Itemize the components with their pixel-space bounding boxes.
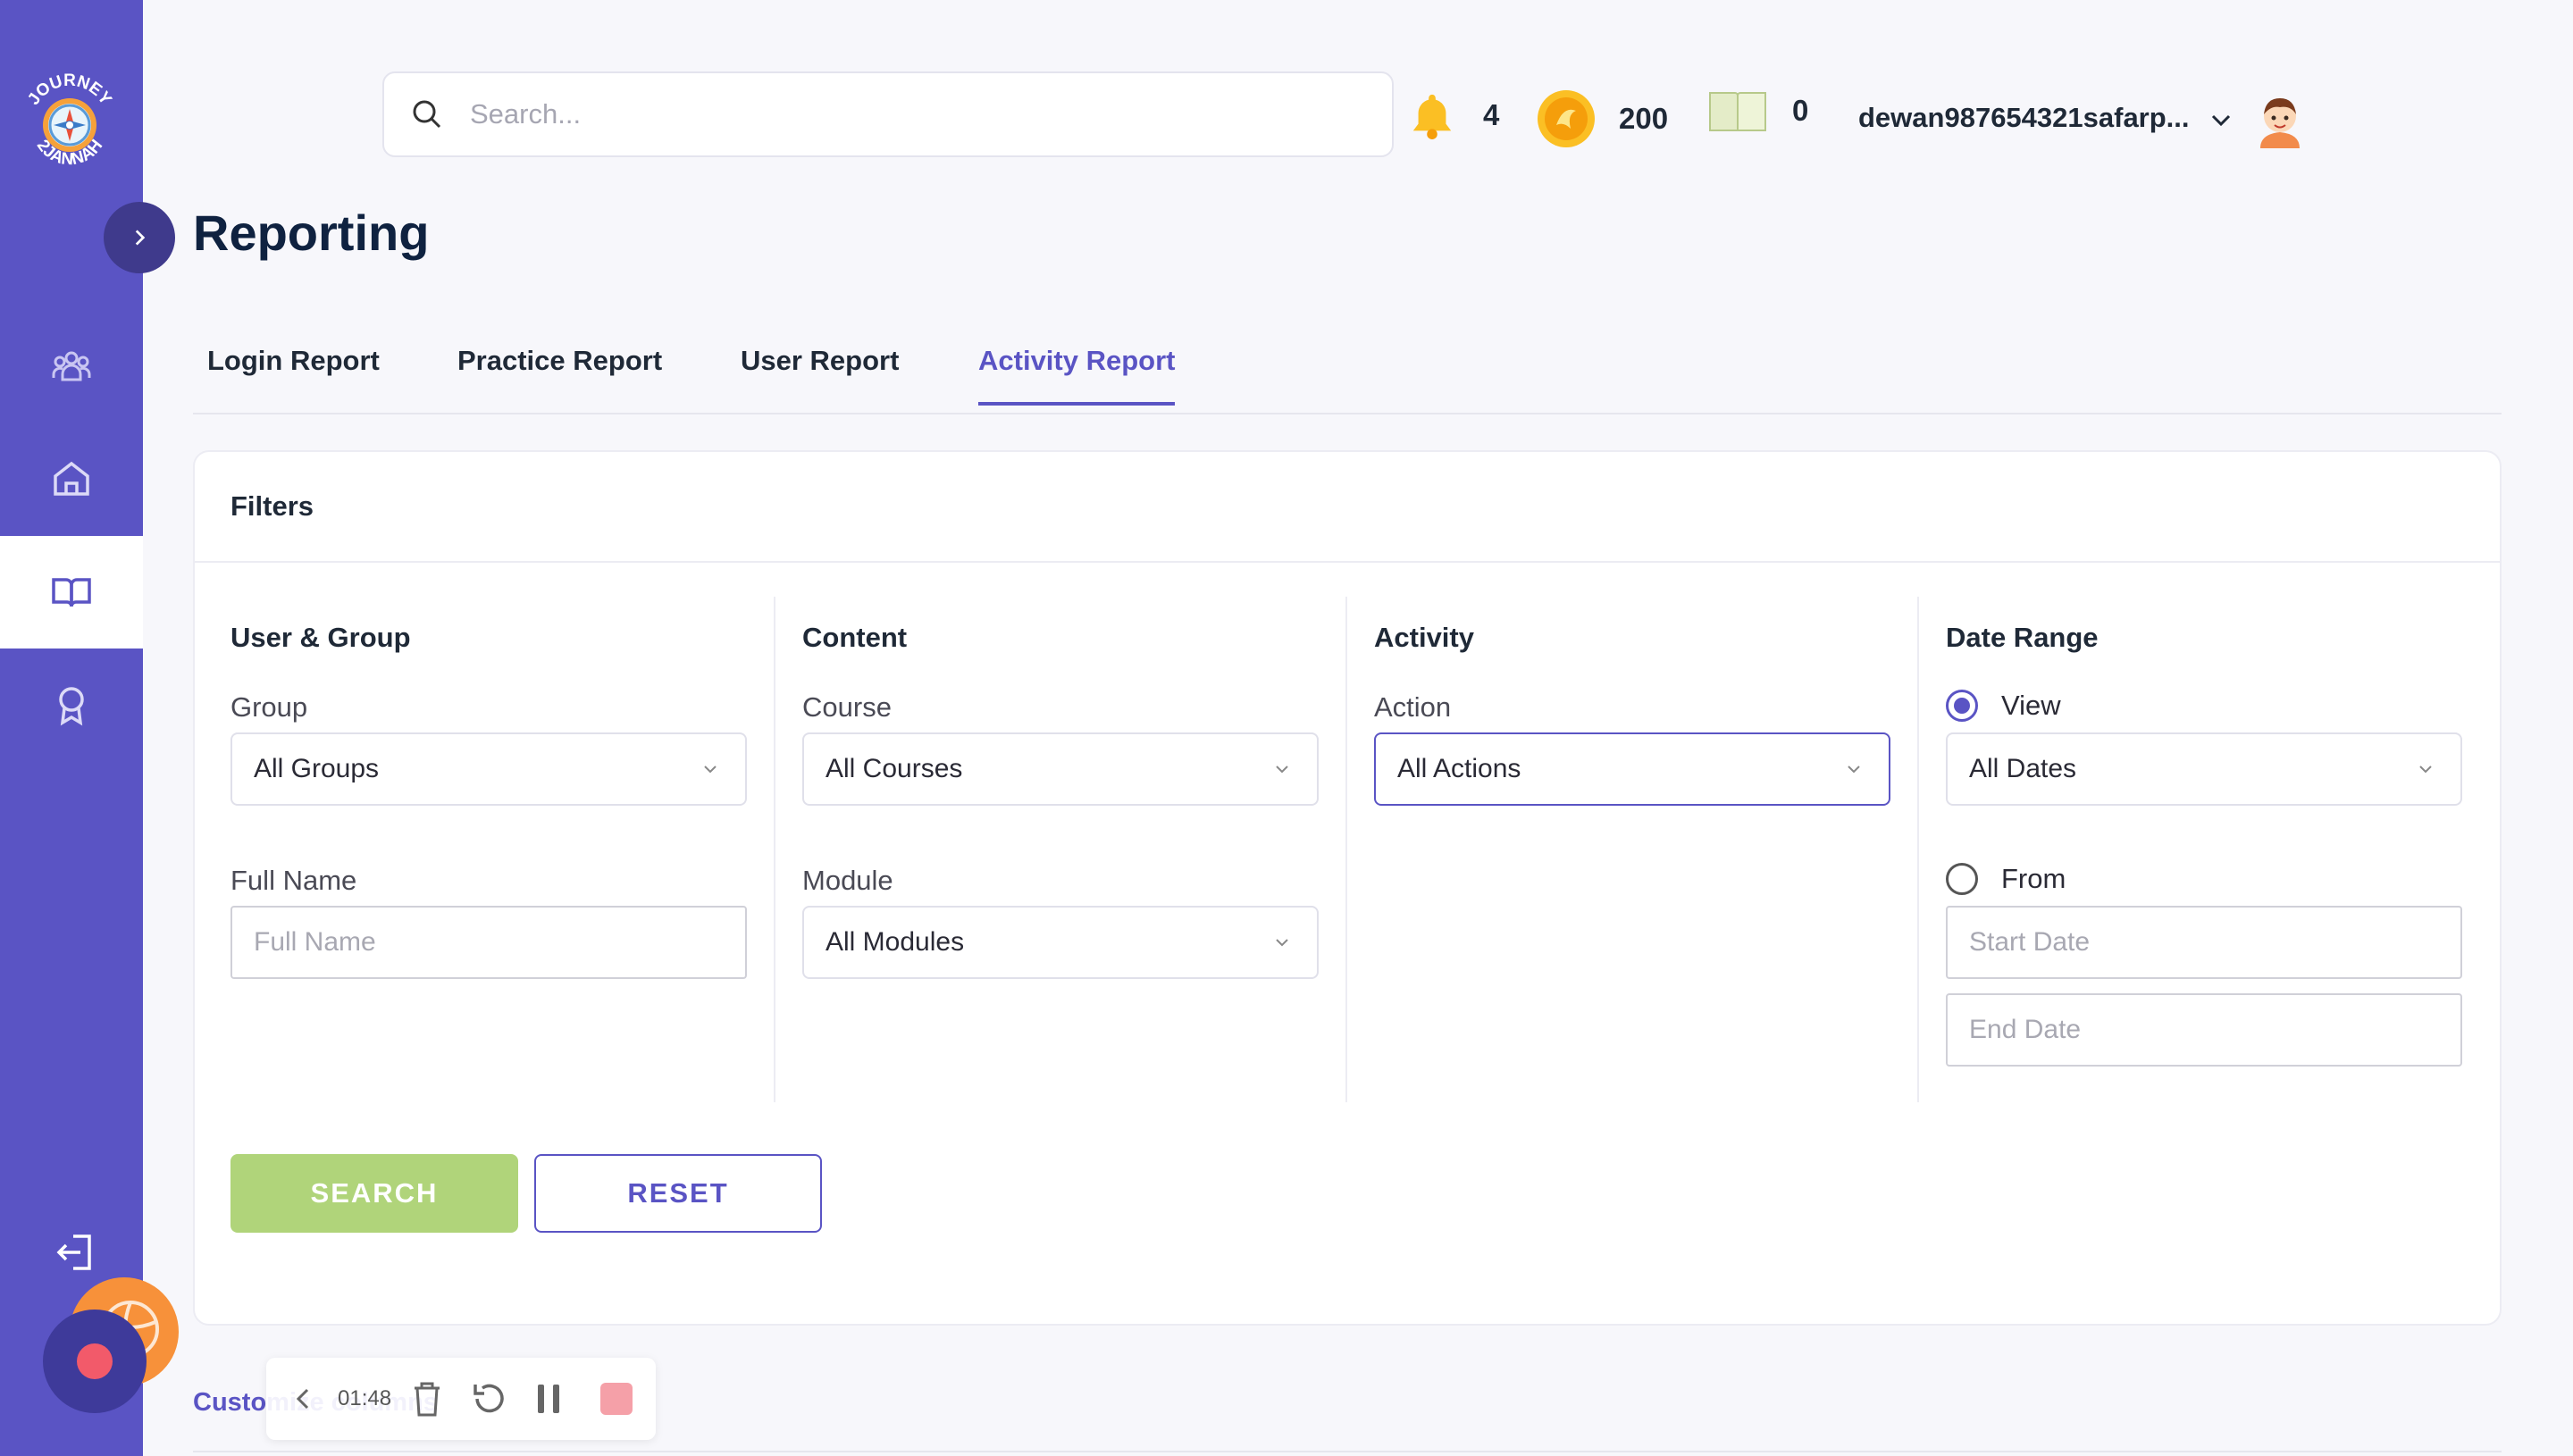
chevron-down-icon xyxy=(1848,766,1860,774)
module-label: Module xyxy=(802,865,893,896)
sidebar-item-groups[interactable] xyxy=(0,309,143,422)
course-label: Course xyxy=(802,691,892,723)
table-top-border xyxy=(193,1451,2502,1452)
coins-count: 200 xyxy=(1619,102,1669,135)
search-icon xyxy=(413,100,441,129)
record-button[interactable] xyxy=(43,1310,147,1413)
chevron-down-icon xyxy=(704,766,717,774)
end-date-input[interactable] xyxy=(1946,993,2462,1067)
module-select-value: All Modules xyxy=(826,927,965,957)
user-group-section: User & Group Group All Groups Full Name xyxy=(195,595,767,1106)
sidebar-expand-button[interactable] xyxy=(104,202,175,273)
date-range-section: Date Range View All Dates From xyxy=(1910,595,2482,1106)
content-title: Content xyxy=(802,622,908,653)
coins[interactable]: 200 xyxy=(1537,89,1668,148)
from-radio-label: From xyxy=(2001,863,2066,894)
book-icon xyxy=(1709,92,1766,131)
dates-select-value: All Dates xyxy=(1969,754,2077,783)
from-radio[interactable] xyxy=(1946,863,1978,895)
chevron-down-icon xyxy=(1276,939,1288,947)
search-bar[interactable] xyxy=(382,71,1394,157)
filters-card: Filters User & Group Group All Groups Fu… xyxy=(193,450,2502,1326)
chevron-right-icon xyxy=(135,230,146,246)
sidebar-item-reporting[interactable] xyxy=(0,536,143,649)
chevron-left-icon[interactable] xyxy=(293,1386,314,1411)
home-icon xyxy=(54,461,89,496)
stop-icon[interactable] xyxy=(600,1383,633,1415)
users-icon xyxy=(52,351,91,381)
trash-icon[interactable] xyxy=(409,1379,445,1418)
book-open-icon xyxy=(52,578,91,607)
from-radio-option[interactable]: From xyxy=(1946,863,2066,895)
user-group-title: User & Group xyxy=(230,622,411,653)
action-label: Action xyxy=(1374,691,1452,723)
content-section: Content Course All Courses Module All Mo… xyxy=(767,595,1338,1106)
date-range-title: Date Range xyxy=(1946,622,2099,653)
books-count: 0 xyxy=(1792,94,1809,127)
start-date-input[interactable] xyxy=(1946,906,2462,979)
record-dot-icon xyxy=(77,1343,113,1379)
chevron-down-icon xyxy=(2419,766,2432,774)
fullname-input[interactable] xyxy=(230,906,747,979)
search-input[interactable] xyxy=(470,98,1274,130)
course-select-value: All Courses xyxy=(826,754,963,783)
tab-login-report[interactable]: Login Report xyxy=(207,345,380,402)
group-select[interactable]: All Groups xyxy=(230,732,747,806)
view-radio-label: View xyxy=(2001,690,2061,721)
report-tabs: Login Report Practice Report User Report… xyxy=(193,336,2502,414)
course-select[interactable]: All Courses xyxy=(802,732,1319,806)
view-radio[interactable] xyxy=(1946,690,1978,722)
sidebar-item-home[interactable] xyxy=(0,422,143,534)
group-label: Group xyxy=(230,691,308,723)
coin-icon xyxy=(1538,90,1595,147)
dates-select[interactable]: All Dates xyxy=(1946,732,2462,806)
page-title: Reporting xyxy=(193,205,430,261)
award-icon xyxy=(59,687,84,726)
screen-recorder-bar: 01:48 xyxy=(266,1358,656,1440)
tab-user-report[interactable]: User Report xyxy=(741,345,899,402)
view-radio-option[interactable]: View xyxy=(1946,690,2061,722)
restart-icon[interactable] xyxy=(470,1379,507,1418)
search-button[interactable]: SEARCH xyxy=(230,1154,518,1233)
fullname-label: Full Name xyxy=(230,865,357,896)
tab-activity-report[interactable]: Activity Report xyxy=(978,345,1176,406)
activity-title: Activity xyxy=(1374,622,1474,653)
reset-button[interactable]: RESET xyxy=(534,1154,822,1233)
sidebar-item-achievements[interactable] xyxy=(0,649,143,761)
avatar[interactable] xyxy=(2255,93,2305,148)
action-select[interactable]: All Actions xyxy=(1374,732,1890,806)
activity-section: Activity Action All Actions xyxy=(1338,595,1910,1106)
pause-icon[interactable] xyxy=(536,1383,561,1415)
chevron-down-icon xyxy=(1276,766,1288,774)
recorder-time: 01:48 xyxy=(338,1386,392,1410)
username[interactable]: dewan987654321safarp... xyxy=(1858,102,2190,134)
notifications-count: 4 xyxy=(1483,98,1500,131)
chevron-down-icon[interactable] xyxy=(2207,105,2235,134)
bell-icon xyxy=(1412,94,1452,139)
books[interactable]: 0 xyxy=(1708,89,1808,132)
group-select-value: All Groups xyxy=(254,754,380,783)
module-select[interactable]: All Modules xyxy=(802,906,1319,979)
notifications[interactable]: 4 xyxy=(1408,89,1499,141)
journey2jannah-logo[interactable]: JOURNEY 2JANNAH xyxy=(20,64,120,180)
logout-icon[interactable] xyxy=(54,1231,96,1274)
action-select-value: All Actions xyxy=(1397,754,1521,783)
filters-title: Filters xyxy=(195,452,2500,563)
tab-practice-report[interactable]: Practice Report xyxy=(457,345,662,402)
